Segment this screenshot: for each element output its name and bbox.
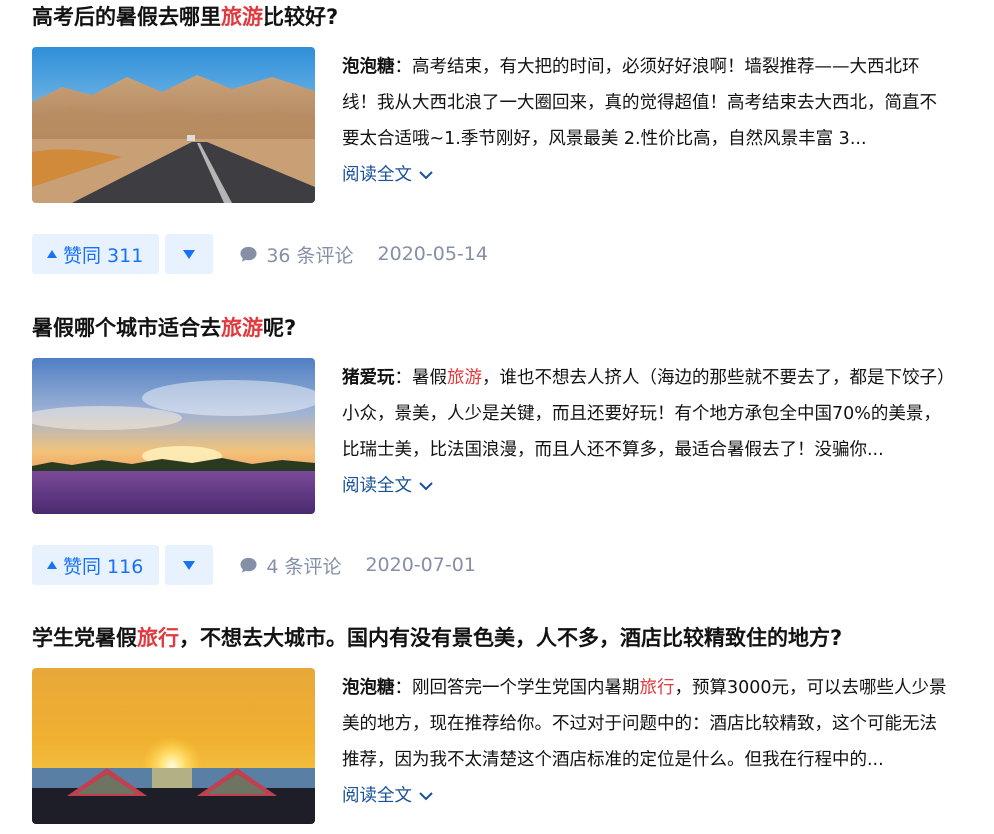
- read-more-link[interactable]: 阅读全文: [342, 165, 434, 185]
- comments-button[interactable]: 4 条评论: [239, 552, 341, 579]
- comment-bubble-icon: [240, 557, 257, 573]
- comment-bubble-icon: [240, 246, 257, 262]
- title-highlight: 旅游: [221, 316, 263, 340]
- title-text: 比较好?: [263, 5, 339, 29]
- title-highlight: 旅游: [221, 5, 263, 29]
- comments-button[interactable]: 36 条评论: [239, 241, 354, 268]
- title-highlight: 旅行: [137, 626, 179, 650]
- triangle-up-icon: [47, 250, 57, 258]
- title-text: 暑假哪个城市适合去: [32, 316, 221, 340]
- vote-down-button[interactable]: [165, 234, 214, 274]
- vote-up-button[interactable]: 赞同 116: [32, 545, 160, 585]
- title-text: 学生党暑假: [32, 626, 137, 650]
- answer-actions: 赞同 116 4 条评论 2020-07-01: [32, 545, 476, 585]
- vote-up-button[interactable]: 赞同 311: [32, 234, 160, 274]
- triangle-up-icon: [47, 561, 57, 569]
- answer-excerpt[interactable]: 猪爱玩：暑假旅游，谁也不想去人挤人（海边的那些就不要去了，都是下饺子）小众，景美…: [342, 360, 954, 504]
- chevron-down-icon: [419, 792, 433, 801]
- answer-card: 高考后的暑假去哪里旅游比较好? 泡泡糖：高考结束，有大把的时间，必须好好浪啊！墙…: [32, 0, 962, 274]
- answer-date: 2020-05-14: [377, 243, 488, 265]
- comment-count: 36 条评论: [266, 244, 354, 267]
- read-more-label: 阅读全文: [342, 786, 412, 806]
- read-more-label: 阅读全文: [342, 476, 412, 496]
- question-title[interactable]: 暑假哪个城市适合去旅游呢?: [32, 311, 962, 345]
- author-name[interactable]: 泡泡糖: [342, 57, 395, 77]
- excerpt-text: ：高考结束，有大把的时间，必须好好浪啊！墙裂推荐——大西北环线！我从大西北浪了一…: [342, 57, 937, 149]
- answer-thumbnail[interactable]: [32, 358, 315, 514]
- excerpt-highlight: 旅游: [447, 368, 482, 388]
- answer-card: 暑假哪个城市适合去旅游呢? 猪爱玩：暑假旅游，谁也不想去人挤人（海边的那些就不要…: [32, 311, 962, 585]
- vote-down-button[interactable]: [165, 545, 214, 585]
- question-title[interactable]: 学生党暑假旅行，不想去大城市。国内有没有景色美，人不多，酒店比较精致住的地方?: [32, 621, 962, 655]
- excerpt-highlight: 旅行: [639, 678, 675, 698]
- read-more-label: 阅读全文: [342, 165, 412, 185]
- comment-count: 4 条评论: [266, 555, 342, 578]
- vote-count: 赞同 116: [63, 555, 144, 578]
- desert-road-image: [32, 47, 315, 203]
- answer-thumbnail[interactable]: [32, 668, 315, 824]
- answer-actions: 赞同 311 36 条评论 2020-05-14: [32, 234, 488, 274]
- vote-count: 赞同 311: [63, 244, 144, 267]
- question-title[interactable]: 高考后的暑假去哪里旅游比较好?: [32, 0, 962, 34]
- lavender-field-image: [32, 358, 315, 514]
- read-more-link[interactable]: 阅读全文: [342, 786, 434, 806]
- author-name[interactable]: 猪爱玩: [342, 368, 395, 388]
- title-text: 高考后的暑假去哪里: [32, 5, 221, 29]
- excerpt-text: ：刚回答完一个学生党国内暑期: [394, 678, 640, 698]
- chevron-down-icon: [419, 482, 433, 491]
- chevron-down-icon: [419, 171, 433, 180]
- answer-excerpt[interactable]: 泡泡糖：高考结束，有大把的时间，必须好好浪啊！墙裂推荐——大西北环线！我从大西北…: [342, 49, 954, 193]
- title-text: ，不想去大城市。国内有没有景色美，人不多，酒店比较精致住的地方?: [179, 626, 843, 650]
- excerpt-text: ：暑假: [394, 368, 448, 388]
- sunset-lake-image: [32, 668, 315, 824]
- triangle-down-icon: [183, 249, 196, 259]
- read-more-link[interactable]: 阅读全文: [342, 476, 434, 496]
- title-text: 呢?: [263, 316, 297, 340]
- author-name[interactable]: 泡泡糖: [342, 678, 395, 698]
- answer-excerpt[interactable]: 泡泡糖：刚回答完一个学生党国内暑期旅行，预算3000元，可以去哪些人少景美的地方…: [342, 670, 954, 814]
- answer-date: 2020-07-01: [365, 554, 476, 576]
- triangle-down-icon: [183, 560, 196, 570]
- answer-thumbnail[interactable]: [32, 47, 315, 203]
- answer-card: 学生党暑假旅行，不想去大城市。国内有没有景色美，人不多，酒店比较精致住的地方?: [32, 621, 962, 824]
